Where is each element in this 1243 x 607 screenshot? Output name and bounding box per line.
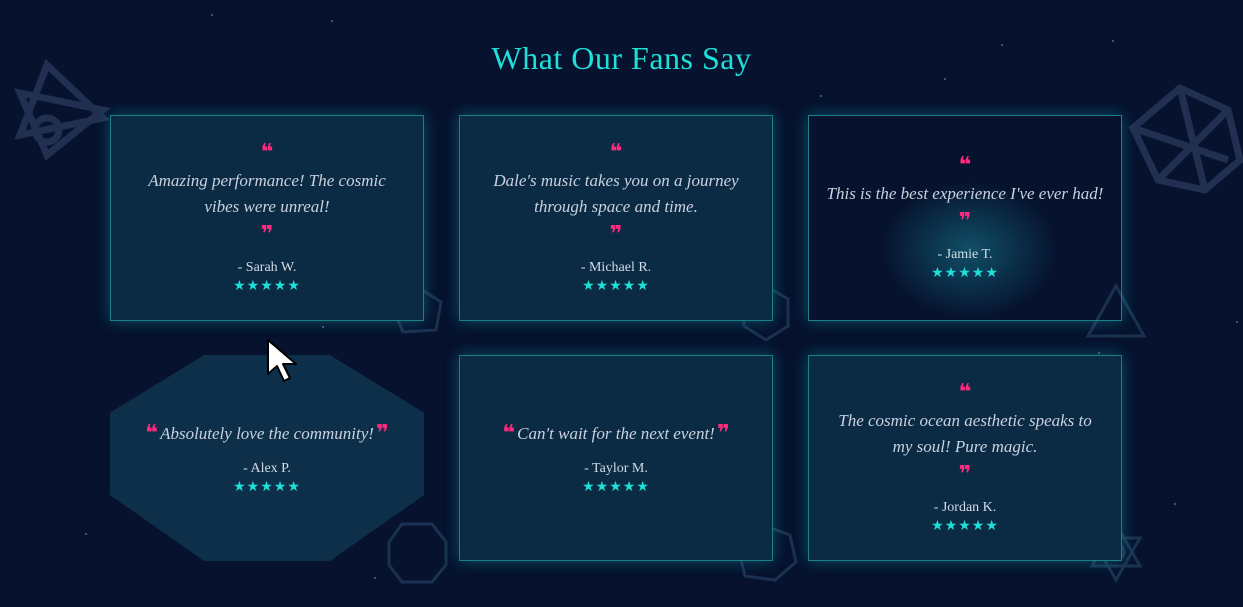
open-quote-icon: ❝ (145, 421, 159, 446)
star-rating: ★★★★★ (582, 278, 650, 294)
close-quote-icon: ❞ (609, 222, 623, 247)
testimonial-author: - Michael R. (580, 260, 652, 275)
close-quote-icon: ❞ (375, 421, 389, 446)
close-quote-icon: ❞ (716, 421, 730, 446)
star-rating: ★★★★★ (233, 479, 301, 495)
testimonial-text: Dale's music takes you on a journey thro… (493, 171, 739, 216)
close-quote-icon: ❞ (958, 209, 972, 234)
testimonial-author: - Taylor M. (584, 461, 648, 476)
octagon-icon (387, 522, 448, 584)
star-of-david-icon (14, 58, 111, 161)
testimonial-author: - Jordan K. (933, 500, 997, 515)
testimonial-author: - Jamie T. (937, 247, 993, 262)
star-rating: ★★★★★ (931, 265, 999, 281)
testimonial-author: - Sarah W. (237, 260, 297, 275)
star-rating: ★★★★★ (233, 278, 301, 294)
testimonial-text: Absolutely love the community! (160, 424, 374, 443)
testimonial-card[interactable]: ❝ Dale's music takes you on a journey th… (459, 115, 773, 321)
close-quote-icon: ❞ (260, 222, 274, 247)
star-rating: ★★★★★ (931, 518, 999, 534)
polyhedron-icon (1128, 83, 1243, 194)
open-quote-icon: ❝ (958, 153, 972, 178)
open-quote-icon: ❝ (958, 380, 972, 405)
section-title: What Our Fans Say (491, 40, 752, 76)
testimonial-card[interactable]: ❝ The cosmic ocean aesthetic speaks to m… (808, 355, 1122, 561)
star-rating: ★★★★★ (582, 479, 650, 495)
open-quote-icon: ❝ (260, 140, 274, 165)
testimonial-author: - Alex P. (243, 461, 291, 476)
testimonial-text: The cosmic ocean aesthetic speaks to my … (838, 411, 1092, 456)
testimonial-card[interactable]: ❝ This is the best experience I've ever … (808, 115, 1122, 321)
open-quote-icon: ❝ (609, 140, 623, 165)
close-quote-icon: ❞ (958, 462, 972, 487)
testimonial-text: This is the best experience I've ever ha… (826, 184, 1104, 203)
testimonial-card[interactable]: ❝ Can't wait for the next event! ❞ - Tay… (459, 355, 773, 561)
open-quote-icon: ❝ (502, 421, 516, 446)
testimonial-text: Can't wait for the next event! (517, 424, 715, 443)
arrow-cursor-icon (267, 339, 297, 382)
testimonial-text: Amazing performance! The cosmic vibes we… (148, 171, 386, 216)
testimonial-card[interactable]: ❝ Amazing performance! The cosmic vibes … (110, 115, 424, 321)
